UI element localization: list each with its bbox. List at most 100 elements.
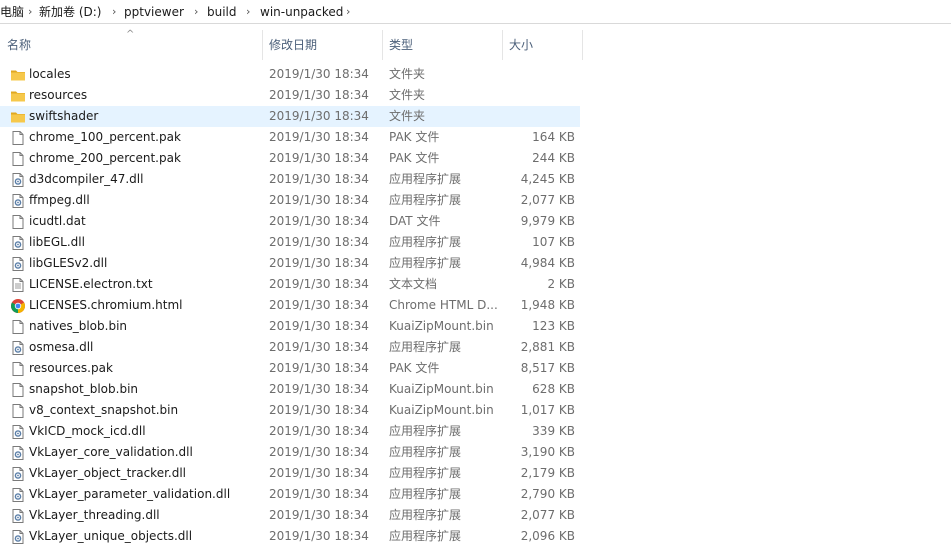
breadcrumb-item-drive[interactable]: 新加卷 (D:)	[39, 4, 101, 20]
dll-icon	[10, 487, 26, 503]
file-size: 339 KB	[532, 424, 575, 438]
file-type: 文件夹	[389, 88, 426, 102]
file-size: 8,517 KB	[520, 361, 575, 375]
folder-icon	[10, 67, 26, 83]
chevron-right-icon[interactable]: ›	[194, 4, 198, 20]
file-size: 2,790 KB	[520, 487, 575, 501]
file-row[interactable]: natives_blob.bin 2019/1/30 18:34 KuaiZipMo…	[0, 316, 580, 337]
column-header-name[interactable]: 名称	[0, 30, 262, 60]
file-size: 123 KB	[532, 319, 575, 333]
file-size: 3,190 KB	[520, 445, 575, 459]
file-type: 应用程序扩展	[389, 508, 462, 522]
file-row[interactable]: VkLayer_threading.dll 2019/1/30 18:34 应用程序…	[0, 505, 580, 526]
file-date: 2019/1/30 18:34	[269, 424, 369, 438]
file-type: 应用程序扩展	[389, 466, 462, 480]
file-row[interactable]: resources.pak 2019/1/30 18:34 PAK 文件 8,517 …	[0, 358, 580, 379]
file-row[interactable]: ffmpeg.dll 2019/1/30 18:34 应用程序扩展 2,077 KB	[0, 190, 580, 211]
chevron-right-icon[interactable]: ›	[346, 4, 350, 20]
file-row[interactable]: d3dcompiler_47.dll 2019/1/30 18:34 应用程序扩展 4…	[0, 169, 580, 190]
file-row[interactable]: LICENSE.electron.txt 2019/1/30 18:34 文本文档 2…	[0, 274, 580, 295]
chevron-right-icon[interactable]: ›	[112, 4, 116, 20]
file-size: 164 KB	[532, 130, 575, 144]
file-row[interactable]: locales 2019/1/30 18:34 文件夹	[0, 64, 580, 85]
file-name: resources	[29, 88, 88, 102]
file-row[interactable]: resources 2019/1/30 18:34 文件夹	[0, 85, 580, 106]
file-size	[500, 85, 575, 106]
folder-icon	[10, 88, 26, 104]
file-date: 2019/1/30 18:34	[269, 67, 369, 81]
file-name: libEGL.dll	[29, 235, 85, 249]
column-divider[interactable]	[582, 30, 583, 60]
file-type: KuaiZipMount.bin	[389, 382, 494, 396]
file-name: locales	[29, 67, 71, 81]
file-icon	[10, 130, 26, 146]
file-row[interactable]: v8_context_snapshot.bin 2019/1/30 18:34 Ku…	[0, 400, 580, 421]
file-name: resources.pak	[29, 361, 113, 375]
breadcrumb-item-win-unpacked[interactable]: win-unpacked	[260, 4, 343, 20]
file-name: d3dcompiler_47.dll	[29, 172, 144, 186]
dll-icon	[10, 508, 26, 524]
file-size: 4,984 KB	[520, 256, 575, 270]
file-name: osmesa.dll	[29, 340, 94, 354]
breadcrumb-item-pptviewer[interactable]: pptviewer	[124, 4, 184, 20]
chevron-right-icon[interactable]: ›	[246, 4, 250, 20]
file-size: 2,077 KB	[520, 508, 575, 522]
file-type: KuaiZipMount.bin	[389, 403, 494, 417]
file-row[interactable]: VkICD_mock_icd.dll 2019/1/30 18:34 应用程序扩展 3…	[0, 421, 580, 442]
file-size: 2,179 KB	[520, 466, 575, 480]
file-row[interactable]: chrome_200_percent.pak 2019/1/30 18:34 PAK…	[0, 148, 580, 169]
file-name: libGLESv2.dll	[29, 256, 108, 270]
file-name: icudtl.dat	[29, 214, 86, 228]
file-row[interactable]: swiftshader 2019/1/30 18:34 文件夹	[0, 106, 580, 127]
file-row[interactable]: VkLayer_parameter_validation.dll 2019/1/3…	[0, 484, 580, 505]
file-size: 628 KB	[532, 382, 575, 396]
file-size: 2,881 KB	[520, 340, 575, 354]
file-date: 2019/1/30 18:34	[269, 130, 369, 144]
file-row[interactable]: LICENSES.chromium.html 2019/1/30 18:34 Chr…	[0, 295, 580, 316]
file-type: KuaiZipMount.bin	[389, 319, 494, 333]
file-row[interactable]: icudtl.dat 2019/1/30 18:34 DAT 文件 9,979 KB	[0, 211, 580, 232]
folder-icon	[10, 109, 26, 125]
breadcrumb-item-build[interactable]: build	[207, 4, 237, 20]
file-type: PAK 文件	[389, 151, 440, 165]
column-header-type[interactable]: 类型	[382, 30, 502, 60]
file-row[interactable]: libGLESv2.dll 2019/1/30 18:34 应用程序扩展 4,984 …	[0, 253, 580, 274]
file-type: Chrome HTML D...	[389, 298, 498, 312]
file-row[interactable]: VkLayer_unique_objects.dll 2019/1/30 18:3…	[0, 526, 580, 547]
file-date: 2019/1/30 18:34	[269, 193, 369, 207]
dll-icon	[10, 529, 26, 545]
file-name: VkLayer_parameter_validation.dll	[29, 487, 231, 501]
file-row[interactable]: snapshot_blob.bin 2019/1/30 18:34 KuaiZipM…	[0, 379, 580, 400]
file-date: 2019/1/30 18:34	[269, 172, 369, 186]
file-date: 2019/1/30 18:34	[269, 319, 369, 333]
file-name: chrome_100_percent.pak	[29, 130, 181, 144]
breadcrumb-item-computer[interactable]: 电脑	[0, 4, 24, 20]
file-name: snapshot_blob.bin	[29, 382, 139, 396]
file-type: 应用程序扩展	[389, 235, 462, 249]
file-icon	[10, 214, 26, 230]
file-row[interactable]: chrome_100_percent.pak 2019/1/30 18:34 PAK…	[0, 127, 580, 148]
file-date: 2019/1/30 18:34	[269, 382, 369, 396]
file-type: 应用程序扩展	[389, 256, 462, 270]
file-row[interactable]: VkLayer_core_validation.dll 2019/1/30 18:…	[0, 442, 580, 463]
chevron-right-icon[interactable]: ›	[28, 4, 32, 20]
address-bar[interactable]: 电脑 › 新加卷 (D:) › pptviewer › build › win-…	[0, 0, 951, 24]
file-name: ffmpeg.dll	[29, 193, 90, 207]
file-date: 2019/1/30 18:34	[269, 88, 369, 102]
dll-icon	[10, 172, 26, 188]
column-header-date[interactable]: 修改日期	[262, 30, 382, 60]
file-date: 2019/1/30 18:34	[269, 508, 369, 522]
file-size: 1,948 KB	[520, 298, 575, 312]
file-name: chrome_200_percent.pak	[29, 151, 181, 165]
file-row[interactable]: VkLayer_object_tracker.dll 2019/1/30 18:3…	[0, 463, 580, 484]
file-type: 应用程序扩展	[389, 340, 462, 354]
file-row[interactable]: osmesa.dll 2019/1/30 18:34 应用程序扩展 2,881 KB	[0, 337, 580, 358]
file-name: LICENSES.chromium.html	[29, 298, 183, 312]
file-icon	[10, 151, 26, 167]
file-row[interactable]: libEGL.dll 2019/1/30 18:34 应用程序扩展 107 KB	[0, 232, 580, 253]
file-name: LICENSE.electron.txt	[29, 277, 153, 291]
file-type: 文件夹	[389, 67, 426, 81]
file-type: 文件夹	[389, 109, 426, 123]
column-header-size[interactable]: 大小	[502, 30, 582, 60]
file-name: VkICD_mock_icd.dll	[29, 424, 146, 438]
